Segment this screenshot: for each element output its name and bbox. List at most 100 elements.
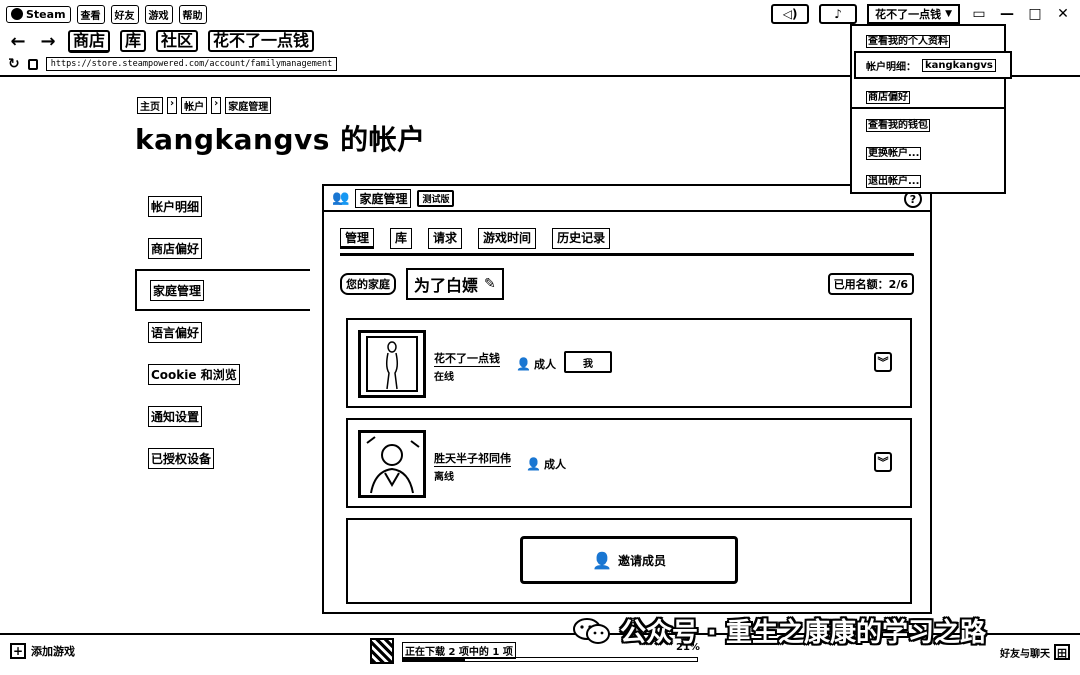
sidebar-item-notifications[interactable]: 通知设置 — [135, 395, 310, 437]
title-bar-controls: ◁) ♪ 花不了一点钱 ▼ ▭ — □ ✕ — [771, 4, 1072, 24]
breadcrumb-sep: › — [167, 97, 178, 114]
member-name[interactable]: 胜天半子祁同伟 — [434, 450, 511, 467]
back-arrow-icon[interactable]: ← — [8, 31, 28, 52]
breadcrumb-account[interactable]: 帐户 — [181, 97, 208, 114]
add-game-label: 添加游戏 — [31, 645, 75, 658]
invite-card: 👤 邀请成员 — [346, 518, 912, 604]
me-badge: 我 — [564, 351, 612, 373]
person-icon: 👤 — [526, 457, 541, 471]
nav-tab-store[interactable]: 商店 — [68, 29, 111, 53]
sidebar-item-label: 帐户明细 — [148, 195, 203, 217]
sidebar-item-store-preferences[interactable]: 商店偏好 — [135, 227, 310, 269]
wechat-icon — [573, 617, 610, 644]
chevron-double-down-icon: ︾ — [877, 356, 889, 369]
breadcrumb-family[interactable]: 家庭管理 — [225, 97, 272, 114]
main-nav: ← → 商店 库 社区 花不了一点钱 — [8, 29, 315, 53]
steam-menu-label: Steam — [26, 7, 66, 21]
dropdown-store-preferences[interactable]: 商店偏好 — [866, 88, 910, 104]
sidebar-item-label: 已授权设备 — [148, 447, 215, 469]
dropdown-account-details[interactable]: 帐户明细： kangkangvs — [854, 51, 1012, 79]
tab-requests[interactable]: 请求 — [428, 228, 463, 249]
reload-icon[interactable]: ↻ — [8, 56, 20, 72]
tab-playtime[interactable]: 游戏时间 — [478, 228, 537, 249]
dropdown-change-account[interactable]: 更换帐户... — [866, 144, 922, 160]
nav-tab-community[interactable]: 社区 — [156, 30, 199, 52]
bell-icon: ♪ — [834, 7, 842, 21]
close-icon[interactable]: ✕ — [1054, 6, 1072, 22]
menu-help[interactable]: 帮助 — [178, 4, 207, 24]
sidebar-item-family-management[interactable]: 家庭管理 — [135, 269, 310, 311]
menu-view[interactable]: 查看 — [76, 4, 105, 24]
sidebar-item-label: 通知设置 — [148, 405, 203, 427]
minimize-icon[interactable]: — — [998, 6, 1016, 22]
menu-games[interactable]: 游戏 — [144, 4, 173, 24]
plus-icon: + — [10, 643, 26, 659]
beta-badge: 测试版 — [417, 189, 455, 207]
account-menu-button[interactable]: 花不了一点钱 ▼ — [867, 4, 960, 24]
family-name-button[interactable]: 为了白嫖 ✎ — [406, 268, 504, 300]
steam-menu[interactable]: Steam — [6, 5, 71, 23]
family-icon: 👥 — [332, 190, 350, 206]
breadcrumb-sep: › — [211, 97, 222, 114]
sidebar-item-language[interactable]: 语言偏好 — [135, 311, 310, 353]
dropdown-item-label: 商店偏好 — [866, 91, 910, 104]
invite-member-button[interactable]: 👤 邀请成员 — [520, 536, 738, 584]
family-name-row: 您的家庭 为了白嫖 ✎ 已用名额：2/6 — [340, 268, 914, 300]
forward-arrow-icon[interactable]: → — [38, 31, 58, 52]
dropdown-item-label: 查看我的钱包 — [866, 119, 930, 132]
dropdown-item-label: 帐户明细： — [866, 61, 916, 73]
expand-member-button[interactable]: ︾ — [874, 352, 892, 372]
sidebar-item-label: 语言偏好 — [148, 321, 203, 343]
url-text[interactable]: https://store.steampowered.com/account/f… — [45, 57, 338, 71]
member-status: 离线 — [434, 472, 454, 483]
member-role: 👤 成人 — [516, 356, 556, 372]
member-info: 花不了一点钱 在线 — [434, 350, 500, 383]
nav-tab-profile[interactable]: 花不了一点钱 — [208, 30, 315, 52]
steam-logo-icon — [11, 8, 23, 20]
avatar-portrait-icon — [361, 433, 423, 495]
nav-tab-library[interactable]: 库 — [120, 30, 147, 52]
dropdown-view-profile[interactable]: 查看我的个人资料 — [866, 32, 950, 48]
member-role-label: 成人 — [543, 458, 566, 471]
avatar[interactable] — [358, 430, 426, 498]
add-game-button[interactable]: + 添加游戏 — [10, 643, 75, 659]
download-thumbnail[interactable] — [370, 638, 394, 664]
family-panel-header: 👥 家庭管理 测试版 — [324, 186, 930, 212]
account-name: 花不了一点钱 — [875, 8, 942, 21]
family-name: 为了白嫖 — [414, 276, 479, 295]
lock-icon — [27, 58, 38, 70]
account-dropdown: 查看我的个人资料 商店偏好 查看我的钱包 更换帐户... 退出帐户... — [850, 24, 1006, 194]
family-label: 您的家庭 — [340, 273, 396, 295]
chat-icon: 田 — [1054, 644, 1070, 660]
sidebar-item-account-details[interactable]: 帐户明细 — [135, 185, 310, 227]
broadcast-button[interactable]: ◁) — [771, 4, 810, 24]
breadcrumb-home[interactable]: 主页 — [137, 97, 163, 114]
dropdown-divider — [852, 107, 1006, 109]
sidebar-item-cookies[interactable]: Cookie 和浏览 — [135, 353, 310, 395]
friends-chat-button[interactable]: 好友与聊天 田 — [1000, 644, 1070, 660]
expand-member-button[interactable]: ︾ — [874, 452, 892, 472]
menu-friends[interactable]: 好友 — [110, 4, 139, 24]
download-progress-fill — [403, 658, 465, 661]
tab-history[interactable]: 历史记录 — [552, 228, 611, 249]
tab-manage[interactable]: 管理 — [340, 228, 375, 249]
sidebar-item-authorized-devices[interactable]: 已授权设备 — [135, 437, 310, 479]
member-name[interactable]: 花不了一点钱 — [434, 350, 500, 367]
maximize-icon[interactable]: □ — [1026, 6, 1044, 22]
invite-label: 邀请成员 — [617, 553, 666, 568]
avatar[interactable] — [358, 330, 426, 398]
dropdown-sign-out[interactable]: 退出帐户... — [866, 172, 922, 188]
dropdown-item-label: 更换帐户... — [866, 147, 922, 160]
dropdown-view-wallet[interactable]: 查看我的钱包 — [866, 116, 930, 132]
notifications-button[interactable]: ♪ — [819, 4, 858, 24]
member-card: 胜天半子祁同伟 离线 👤 成人 ︾ — [346, 418, 912, 508]
add-user-icon: 👤 — [592, 550, 612, 570]
page-title: kangkangvs 的帐户 — [135, 123, 426, 156]
dropdown-account-name: kangkangvs — [922, 58, 996, 72]
member-role-label: 成人 — [533, 358, 556, 371]
restore-icon[interactable]: ▭ — [970, 6, 988, 22]
broadcast-icon: ◁) — [782, 7, 798, 21]
member-info: 胜天半子祁同伟 离线 — [434, 450, 511, 483]
family-panel: 👥 家庭管理 测试版 ? 管理 库 请求 游戏时间 历史记录 您的家庭 为了白嫖… — [322, 184, 932, 614]
tab-library[interactable]: 库 — [390, 228, 413, 249]
